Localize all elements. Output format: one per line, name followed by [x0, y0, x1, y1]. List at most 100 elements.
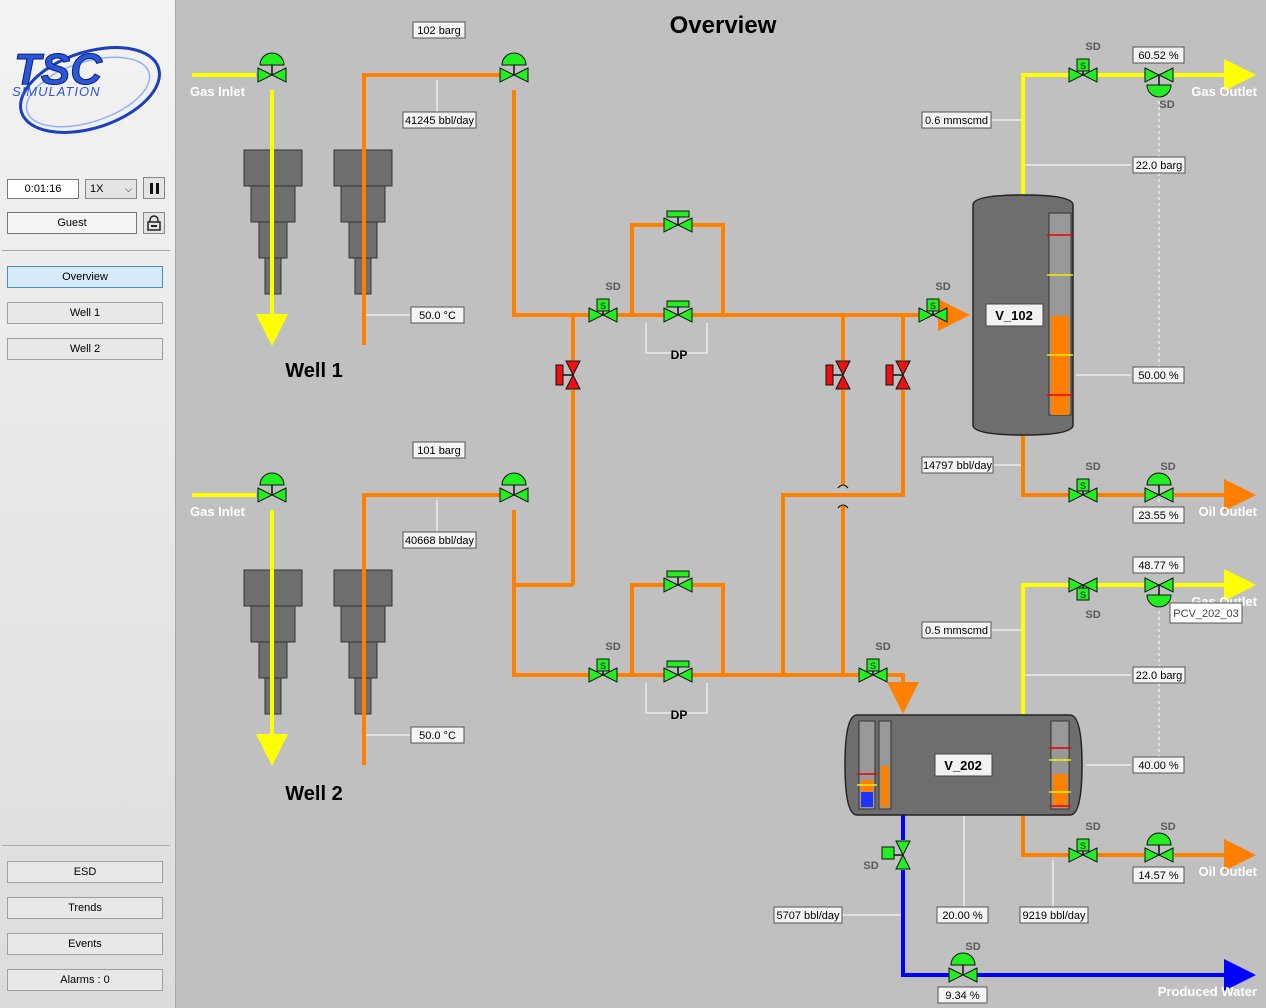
bypass-valve-top1[interactable]: [663, 210, 693, 233]
v202-gas-valve-box: 48.77 %: [1132, 556, 1185, 574]
svg-text:40.00 %: 40.00 %: [1138, 760, 1179, 772]
well1-pressure-box: 102 barg: [412, 21, 466, 39]
svg-text:60.52 %: 60.52 %: [1138, 50, 1179, 62]
lcv-v202-water[interactable]: [948, 952, 978, 983]
svg-text:S: S: [930, 301, 936, 311]
v202-water-flow-box: 5707 bbl/day: [773, 906, 843, 924]
oil-pipes: [362, 73, 1256, 871]
sd-valve-v102-gas[interactable]: S: [1068, 58, 1098, 83]
vessel-v202[interactable]: V_202: [844, 714, 1083, 816]
process-diagram: Overview V_102 V_202 S SS SSSSS 102 barg…: [190, 12, 1258, 1004]
dp-valve-2[interactable]: [663, 660, 693, 683]
dp-label-1: DP: [671, 348, 688, 362]
sd-label: SD: [1085, 41, 1100, 53]
user-field[interactable]: Guest: [7, 212, 137, 234]
lcv-v102-oil[interactable]: [1144, 472, 1174, 503]
trends-button[interactable]: Trends: [7, 897, 163, 919]
svg-text:14.57 %: 14.57 %: [1138, 870, 1179, 882]
sidebar: TSC SIMULATION 0:01:16 1X ⌵ Guest Overvi…: [0, 0, 176, 1008]
v202-level-box: 40.00 %: [1132, 756, 1185, 774]
bypass-valve-top2[interactable]: [663, 570, 693, 593]
sd-label: SD: [875, 641, 890, 653]
lock-button[interactable]: [143, 212, 165, 234]
well1-label[interactable]: Well 1: [285, 360, 342, 382]
v202-interface: [861, 780, 873, 792]
well2-gas-inlet-label: Gas Inlet: [190, 504, 246, 519]
svg-text:50.0 °C: 50.0 °C: [419, 730, 456, 742]
v102-oil-outlet-label: Oil Outlet: [1199, 504, 1258, 519]
dp-label-2: DP: [671, 708, 688, 722]
sd-label: SD: [965, 941, 980, 953]
sd-valve-header2[interactable]: S: [588, 658, 618, 683]
tooltip: PCV_202_03: [1169, 602, 1243, 624]
events-button[interactable]: Events: [7, 933, 163, 955]
v202-level-fill: [1053, 774, 1067, 807]
crossover-valve-3[interactable]: [885, 360, 911, 390]
well2-tubing: [243, 569, 393, 715]
well2-choke-valve[interactable]: [257, 472, 287, 503]
pcv-v202-gas[interactable]: [1144, 577, 1174, 608]
svg-text:50.0 °C: 50.0 °C: [419, 310, 456, 322]
sd-label: SD: [605, 281, 620, 293]
svg-text:41245 bbl/day: 41245 bbl/day: [405, 115, 475, 127]
v102-level-box: 50.00 %: [1132, 366, 1185, 384]
svg-text:50.00 %: 50.00 %: [1138, 370, 1179, 382]
svg-text:102 barg: 102 barg: [417, 25, 460, 37]
sd-valve-header1[interactable]: S: [588, 298, 618, 323]
sd-valve-v202-inlet[interactable]: S: [858, 658, 888, 683]
svg-text:0.5 mmscmd: 0.5 mmscmd: [925, 625, 988, 637]
v102-pressure-box: 22.0 barg: [1132, 156, 1186, 174]
well1-choke-valve[interactable]: [257, 52, 287, 83]
sd-valve-v202-oil[interactable]: S: [1068, 838, 1098, 863]
sd-label: SD: [1160, 461, 1175, 473]
speed-select[interactable]: 1X ⌵: [85, 179, 137, 199]
svg-text:S: S: [1080, 61, 1086, 71]
v202-oil-flow-box: 9219 bbl/day: [1019, 906, 1089, 924]
page-title: Overview: [670, 12, 777, 39]
tooltip-text: PCV_202_03: [1173, 608, 1238, 620]
well1-temp-box: 50.0 °C: [410, 306, 465, 324]
dp-valve-1[interactable]: [663, 300, 693, 323]
sim-time[interactable]: 0:01:16: [7, 179, 79, 199]
v102-gas-valve-box: 60.52 %: [1132, 46, 1185, 64]
well1-flow-box: 41245 bbl/day: [402, 111, 477, 129]
svg-text:S: S: [1080, 481, 1086, 491]
svg-text:9.34 %: 9.34 %: [945, 990, 979, 1002]
svg-text:101 barg: 101 barg: [417, 445, 460, 457]
chevron-down-icon: ⌵: [125, 183, 132, 194]
v202-label: V_202: [944, 758, 982, 773]
svg-text:9219 bbl/day: 9219 bbl/day: [1023, 910, 1086, 922]
well1-flow-valve[interactable]: [499, 52, 529, 83]
sd-label: SD: [1085, 821, 1100, 833]
produced-water-label: Produced Water: [1158, 984, 1257, 999]
crossover-valve-2[interactable]: [825, 360, 851, 390]
svg-text:S: S: [1080, 590, 1086, 600]
v202-pressure-box: 22.0 barg: [1132, 666, 1186, 684]
pcv-v102-gas[interactable]: [1144, 67, 1174, 98]
sd-label: SD: [605, 641, 620, 653]
vessel-v102[interactable]: V_102: [972, 194, 1074, 436]
pause-button[interactable]: [143, 177, 165, 199]
crossover-valve-1[interactable]: [555, 360, 581, 390]
svg-text:20.00 %: 20.00 %: [942, 910, 983, 922]
well1-gas-inlet-label: Gas Inlet: [190, 84, 246, 99]
lock-icon: [147, 215, 161, 231]
well2-flow-box: 40668 bbl/day: [402, 531, 477, 549]
nav-overview-button[interactable]: Overview: [7, 266, 163, 288]
sd-label: SD: [1160, 821, 1175, 833]
svg-text:SIMULATION: SIMULATION: [12, 84, 101, 99]
sd-valve-v102-inlet[interactable]: S: [918, 298, 948, 323]
v102-oil-valve-box: 23.55 %: [1132, 506, 1185, 524]
sd-valve-v202-gas[interactable]: S: [1068, 577, 1098, 601]
nav-well2-button[interactable]: Well 2: [7, 338, 163, 360]
nav-well1-button[interactable]: Well 1: [7, 302, 163, 324]
sd-valve-v102-oil[interactable]: S: [1068, 478, 1098, 503]
sd-label: SD: [1085, 609, 1100, 621]
lcv-v202-oil[interactable]: [1144, 832, 1174, 863]
alarms-button[interactable]: Alarms : 0: [7, 969, 163, 991]
well2-flow-valve[interactable]: [499, 472, 529, 503]
sd-valve-v202-water[interactable]: [881, 840, 911, 870]
well2-label[interactable]: Well 2: [285, 783, 342, 805]
esd-button[interactable]: ESD: [7, 861, 163, 883]
svg-text:22.0 barg: 22.0 barg: [1136, 160, 1182, 172]
